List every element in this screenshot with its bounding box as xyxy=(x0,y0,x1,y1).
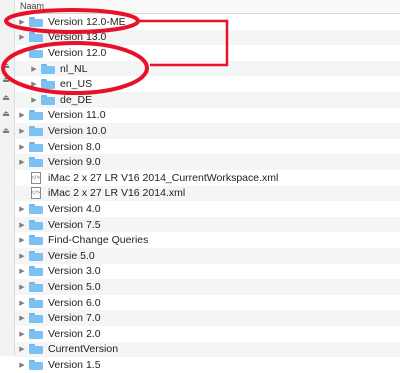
eject-icon[interactable]: ⏏ xyxy=(2,110,10,118)
list-item-label: Version 13.0 xyxy=(48,31,107,44)
xml-file-icon xyxy=(31,187,41,200)
list-item[interactable]: ▶ en_US xyxy=(15,76,400,92)
list-item[interactable]: ▶ Version 10.0 xyxy=(15,123,400,139)
list-item-label: Find-Change Queries xyxy=(48,234,149,247)
list-item-label: Versie 5.0 xyxy=(48,249,95,262)
folder-icon xyxy=(29,328,43,339)
disclosure-triangle-right-icon[interactable]: ▶ xyxy=(18,141,26,153)
list-item[interactable]: ▶ Version 2.0 xyxy=(15,326,400,342)
folder-icon xyxy=(29,344,43,355)
list-item-label: Version 7.0 xyxy=(48,312,101,325)
list-item[interactable]: ▶ Version 5.0 xyxy=(15,279,400,295)
list-item[interactable]: ▶iMac 2 x 27 LR V16 2014.xml xyxy=(15,185,400,202)
list-item[interactable]: ▶ de_DE xyxy=(15,92,400,108)
xml-file-icon xyxy=(31,171,41,184)
list-item-label: Version 4.0 xyxy=(48,202,101,215)
list-item-label: iMac 2 x 27 LR V16 2014_CurrentWorkspace… xyxy=(48,171,279,184)
list-item[interactable]: ▶ Version 8.0 xyxy=(15,139,400,155)
folder-icon xyxy=(29,313,43,324)
list-item[interactable]: ▶ Version 11.0 xyxy=(15,108,400,124)
folder-icon xyxy=(29,266,43,277)
list-item-label: Version 12.0-ME xyxy=(48,15,126,28)
disclosure-triangle-right-icon[interactable]: ▶ xyxy=(18,265,26,277)
folder-icon xyxy=(29,125,43,136)
list-item-label: Version 9.0 xyxy=(48,156,101,169)
list-item-label: Version 1.5 xyxy=(48,358,101,371)
eject-icon[interactable]: ⏏ xyxy=(2,127,10,135)
list-item-label: Version 2.0 xyxy=(48,327,101,340)
list-item[interactable]: ▶ Version 9.0 xyxy=(15,154,400,170)
list-item[interactable]: ▶ Version 7.5 xyxy=(15,216,400,233)
list-item[interactable]: ▶ Versie 5.0 xyxy=(15,248,400,264)
list-item-label: de_DE xyxy=(60,93,93,106)
disclosure-triangle-right-icon[interactable]: ▶ xyxy=(18,250,26,262)
sidebar-gutter: ⏏ ⏏ ⏏ ⏏ ⏏ xyxy=(0,0,15,356)
disclosure-triangle-right-icon[interactable]: ▶ xyxy=(18,31,26,43)
list-item[interactable]: ▶ Version 12.0-ME xyxy=(15,14,400,30)
list-item[interactable]: ▶iMac 2 x 27 LR V16 2014_CurrentWorkspac… xyxy=(15,170,400,186)
disclosure-triangle-right-icon[interactable]: ▶ xyxy=(18,281,26,293)
folder-icon xyxy=(29,110,43,121)
disclosure-triangle-right-icon[interactable]: ▶ xyxy=(18,203,26,215)
eject-icon[interactable]: ⏏ xyxy=(2,62,10,70)
list-item-label: nl_NL xyxy=(60,62,88,75)
list-item[interactable]: ▶ nl_NL xyxy=(15,60,400,77)
list-item-label: Version 7.5 xyxy=(48,218,101,231)
list-item[interactable]: ▶ Version 3.0 xyxy=(15,264,400,280)
disclosure-triangle-right-icon[interactable]: ▶ xyxy=(30,94,38,106)
folder-icon xyxy=(29,16,43,27)
disclosure-triangle-right-icon[interactable]: ▶ xyxy=(18,234,26,246)
disclosure-triangle-right-icon[interactable]: ▶ xyxy=(18,156,26,168)
list-item-label: Version 11.0 xyxy=(48,109,106,122)
folder-icon xyxy=(29,281,43,292)
list-item-label: Version 8.0 xyxy=(48,140,101,153)
disclosure-triangle-right-icon[interactable]: ▶ xyxy=(18,343,26,355)
list-item[interactable]: ▶ Version 1.5 xyxy=(15,357,400,373)
disclosure-triangle-right-icon[interactable]: ▶ xyxy=(18,328,26,340)
list-item[interactable]: ▶ Version 4.0 xyxy=(15,201,400,217)
disclosure-triangle-right-icon[interactable]: ▶ xyxy=(30,63,38,75)
folder-icon xyxy=(29,219,43,230)
disclosure-triangle-right-icon[interactable]: ▶ xyxy=(18,125,26,137)
folder-icon xyxy=(29,32,43,43)
folder-icon xyxy=(41,94,55,105)
folder-icon xyxy=(29,203,43,214)
disclosure-triangle-right-icon[interactable]: ▶ xyxy=(18,297,26,309)
folder-icon xyxy=(29,235,43,246)
list-item[interactable]: ▶ CurrentVersion xyxy=(15,341,400,358)
folder-icon xyxy=(29,250,43,261)
folder-icon xyxy=(29,359,43,370)
folder-icon xyxy=(29,141,43,152)
list-item[interactable]: ▶ Version 13.0 xyxy=(15,29,400,46)
folder-icon xyxy=(29,157,43,168)
list-item-label: Version 3.0 xyxy=(48,265,101,278)
list-item-label: iMac 2 x 27 LR V16 2014.xml xyxy=(48,187,186,200)
list-item[interactable]: ▶ Find-Change Queries xyxy=(15,232,400,248)
list-item[interactable]: ▶ Version 7.0 xyxy=(15,310,400,326)
folder-icon xyxy=(41,63,55,74)
disclosure-triangle-right-icon[interactable]: ▶ xyxy=(18,109,26,121)
disclosure-triangle-right-icon[interactable]: ▶ xyxy=(18,312,26,324)
eject-icon[interactable]: ⏏ xyxy=(2,76,10,84)
list-item-label: Version 10.0 xyxy=(48,124,107,137)
disclosure-triangle-down-icon[interactable]: ▼ xyxy=(18,47,26,59)
list-item-label: CurrentVersion xyxy=(48,343,119,356)
column-header-name[interactable]: Naam xyxy=(15,0,400,14)
list-item-label: Version 5.0 xyxy=(48,280,101,293)
list-item[interactable]: ▶ Version 6.0 xyxy=(15,295,400,311)
disclosure-triangle-right-icon[interactable]: ▶ xyxy=(18,359,26,371)
disclosure-triangle-right-icon[interactable]: ▶ xyxy=(30,78,38,90)
list-item-label: Version 6.0 xyxy=(48,296,101,309)
folder-icon xyxy=(41,79,55,90)
disclosure-triangle-right-icon[interactable]: ▶ xyxy=(18,219,26,231)
column-header-label: Naam xyxy=(20,1,45,11)
eject-icon[interactable]: ⏏ xyxy=(2,94,10,102)
list-item-label: en_US xyxy=(60,78,93,91)
disclosure-triangle-right-icon[interactable]: ▶ xyxy=(18,16,26,28)
list-item-label: Version 12.0 xyxy=(48,46,107,59)
folder-icon xyxy=(29,297,43,308)
list-item[interactable]: ▼ Version 12.0 xyxy=(15,45,400,61)
folder-icon xyxy=(29,47,43,58)
